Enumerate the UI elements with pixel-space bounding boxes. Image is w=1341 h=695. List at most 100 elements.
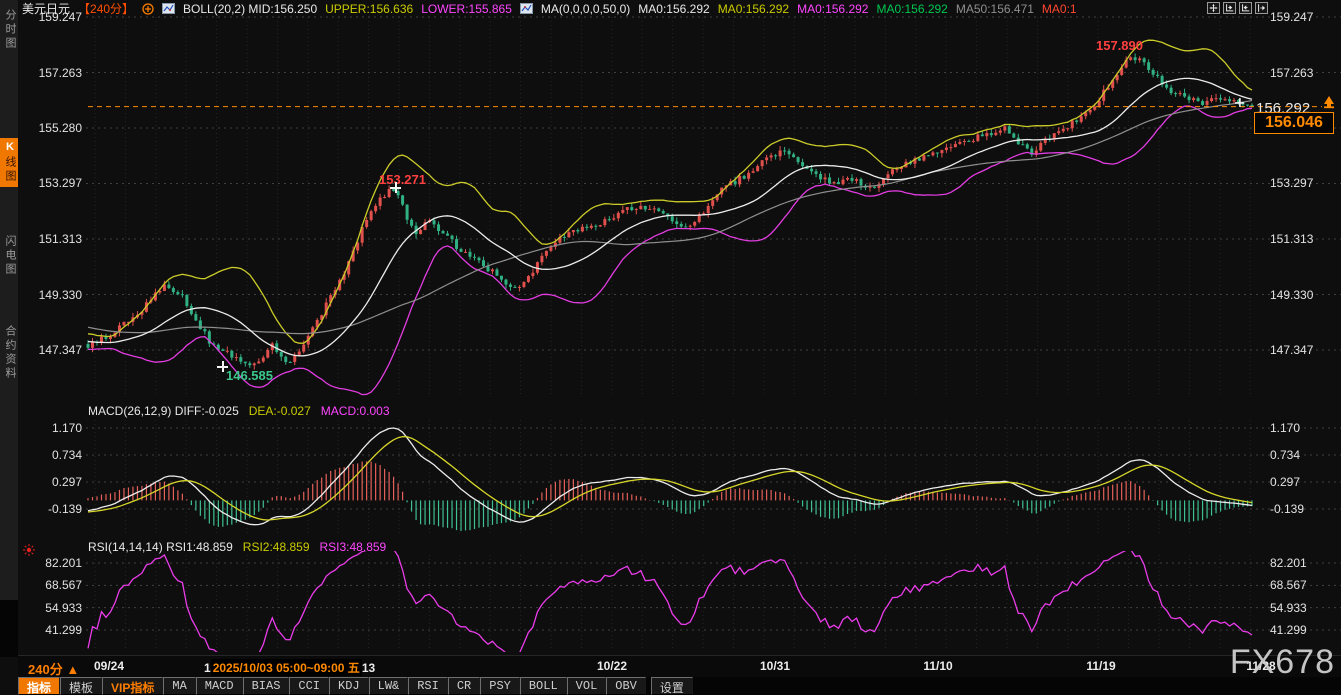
crosshair-date: 1 2025/10/03 05:00~09:00 五 13: [204, 659, 375, 676]
indicator-tabbar: 指标模板VIP指标MAMACDBIASCCIKDJLW&RSICRPSYBOLL…: [18, 677, 1341, 695]
tab-BIAS[interactable]: BIAS: [243, 677, 290, 695]
boll-chart-icon: [162, 3, 175, 14]
tab-VIP指标[interactable]: VIP指标: [102, 677, 163, 695]
boll-upper-value: UPPER:156.636: [325, 2, 413, 16]
tab-OBV[interactable]: OBV: [606, 677, 646, 695]
sidebar: 分时图 K线图闪电图合约资料: [0, 0, 18, 657]
axis-label: 149.330: [12, 288, 82, 302]
axis-label: 41.299: [12, 623, 82, 637]
tab-PSY[interactable]: PSY: [480, 677, 520, 695]
x-axis-label: 10/31: [760, 659, 790, 673]
compress-axis-icon[interactable]: [1223, 2, 1236, 14]
watermark-logo: FX678: [1230, 643, 1335, 682]
sidebar-item-2[interactable]: K线图: [0, 138, 18, 187]
axis-label: -0.139: [12, 502, 82, 516]
axis-label: 0.297: [1270, 475, 1340, 489]
ma-params: MA(0,0,0,0,50,0): [541, 2, 630, 16]
tab-模板[interactable]: 模板: [60, 677, 102, 695]
macd-pane-header: MACD(26,12,9) DIFF:-0.025 DEA:-0.027 MAC…: [88, 404, 390, 418]
swing-high-annotation: 153.271: [379, 172, 426, 187]
price-flag-icon[interactable]: [1320, 93, 1338, 111]
axis-label: 153.297: [1270, 176, 1340, 190]
tab-设置[interactable]: 设置: [651, 677, 693, 695]
ma-value-5: MA0:1: [1042, 2, 1077, 16]
axis-label: 147.347: [12, 343, 82, 357]
axis-label: 157.263: [12, 66, 82, 80]
x-axis-label: 11/10: [923, 659, 952, 673]
axis-label: 151.313: [12, 232, 82, 246]
exit-view-icon[interactable]: [1255, 2, 1268, 14]
axis-label: 0.734: [12, 448, 82, 462]
ma-values: MA0:156.292MA0:156.292MA0:156.292MA0:156…: [638, 2, 1076, 16]
sidebar-footer: [0, 600, 18, 657]
ma-value-2: MA0:156.292: [797, 2, 868, 16]
chart-window: 分时图 K线图闪电图合约资料 美元日元 【240分】 BOLL(20,2) MID…: [0, 0, 1341, 695]
macd-dea-value: DEA:-0.027: [249, 404, 311, 418]
axis-label: 149.330: [1270, 288, 1340, 302]
tab-LW&[interactable]: LW&: [369, 677, 409, 695]
high-price-annotation: 157.890: [1096, 38, 1143, 53]
macd-title: MACD(26,12,9): [88, 404, 171, 418]
tab-BOLL[interactable]: BOLL: [520, 677, 567, 695]
current-bar-cross-icon: [1235, 98, 1244, 107]
period-selector[interactable]: 240分 ▲: [28, 659, 79, 678]
tab-KDJ[interactable]: KDJ: [329, 677, 369, 695]
ghost-price-label: 156.292: [1256, 100, 1310, 112]
live-dot-icon: [22, 543, 36, 557]
axis-label: -0.139: [1270, 502, 1340, 516]
axis-label: 157.263: [1270, 66, 1340, 80]
axis-label: 0.297: [12, 475, 82, 489]
axis-label: 153.297: [12, 176, 82, 190]
tab-MACD[interactable]: MACD: [196, 677, 243, 695]
ma-value-1: MA0:156.292: [718, 2, 789, 16]
low-price-annotation: 146.585: [226, 368, 273, 383]
chart-tool-icons: [1207, 2, 1268, 14]
axis-label: 41.299: [1270, 623, 1340, 637]
axis-label: 147.347: [1270, 343, 1340, 357]
marker-cross-icon: [217, 361, 228, 372]
rsi2-value: RSI2:48.859: [243, 540, 310, 554]
axis-label: 82.201: [12, 556, 82, 570]
axis-label: 1.170: [12, 421, 82, 435]
add-indicator-icon[interactable]: [142, 3, 154, 15]
axis-label: 0.734: [1270, 448, 1340, 462]
ma-chart-icon: [520, 3, 533, 14]
axis-label: 159.247: [1270, 10, 1340, 24]
chart-header: 美元日元 【240分】 BOLL(20,2) MID:156.250 UPPER…: [22, 0, 1202, 17]
tab-CCI[interactable]: CCI: [289, 677, 329, 695]
axis-label: 68.567: [12, 578, 82, 592]
rsi1-value: RSI1:48.859: [166, 540, 233, 554]
time-axis: 240分 ▲ 1 2025/10/03 05:00~09:00 五 13 09/…: [18, 655, 1341, 677]
macd-diff-value: DIFF:-0.025: [175, 404, 239, 418]
x-axis-label: 11/19: [1086, 659, 1115, 673]
sidebar-item-1[interactable]: 分时图: [0, 6, 18, 54]
ma-value-0: MA0:156.292: [638, 2, 709, 16]
ma-value-4: MA50:156.471: [956, 2, 1034, 16]
x-axis-label: 10/22: [597, 659, 627, 673]
x-axis-label: 09/24: [94, 659, 124, 673]
crosshair-date-tooltip: 2025/10/03 05:00~09:00 五: [211, 659, 362, 676]
tab-CR[interactable]: CR: [448, 677, 480, 695]
axis-label: 155.280: [12, 121, 82, 135]
axis-label: 54.933: [1270, 601, 1340, 615]
rsi-title: RSI(14,14,14): [88, 540, 163, 554]
period-label: 【240分】: [78, 0, 134, 17]
sidebar-item-4[interactable]: 合约资料: [0, 322, 18, 384]
tab-指标[interactable]: 指标: [18, 677, 60, 695]
tab-MA[interactable]: MA: [163, 677, 195, 695]
axis-label: 151.313: [1270, 232, 1340, 246]
price-chart-canvas[interactable]: [0, 0, 1341, 695]
last-price-label: 156.046: [1254, 112, 1334, 134]
axis-label: 68.567: [1270, 578, 1340, 592]
rsi-pane-header: RSI(14,14,14) RSI1:48.859 RSI2:48.859 RS…: [88, 540, 386, 554]
sidebar-item-3[interactable]: 闪电图: [0, 232, 18, 280]
symbol-name: 美元日元: [22, 0, 70, 17]
boll-mid-value: BOLL(20,2) MID:156.250: [183, 2, 317, 16]
pan-tool-icon[interactable]: [1207, 2, 1220, 14]
tab-VOL[interactable]: VOL: [567, 677, 607, 695]
boll-lower-value: LOWER:155.865: [421, 2, 512, 16]
expand-axis-icon[interactable]: [1239, 2, 1252, 14]
tab-RSI[interactable]: RSI: [408, 677, 448, 695]
macd-value: MACD:0.003: [321, 404, 390, 418]
axis-label: 82.201: [1270, 556, 1340, 570]
